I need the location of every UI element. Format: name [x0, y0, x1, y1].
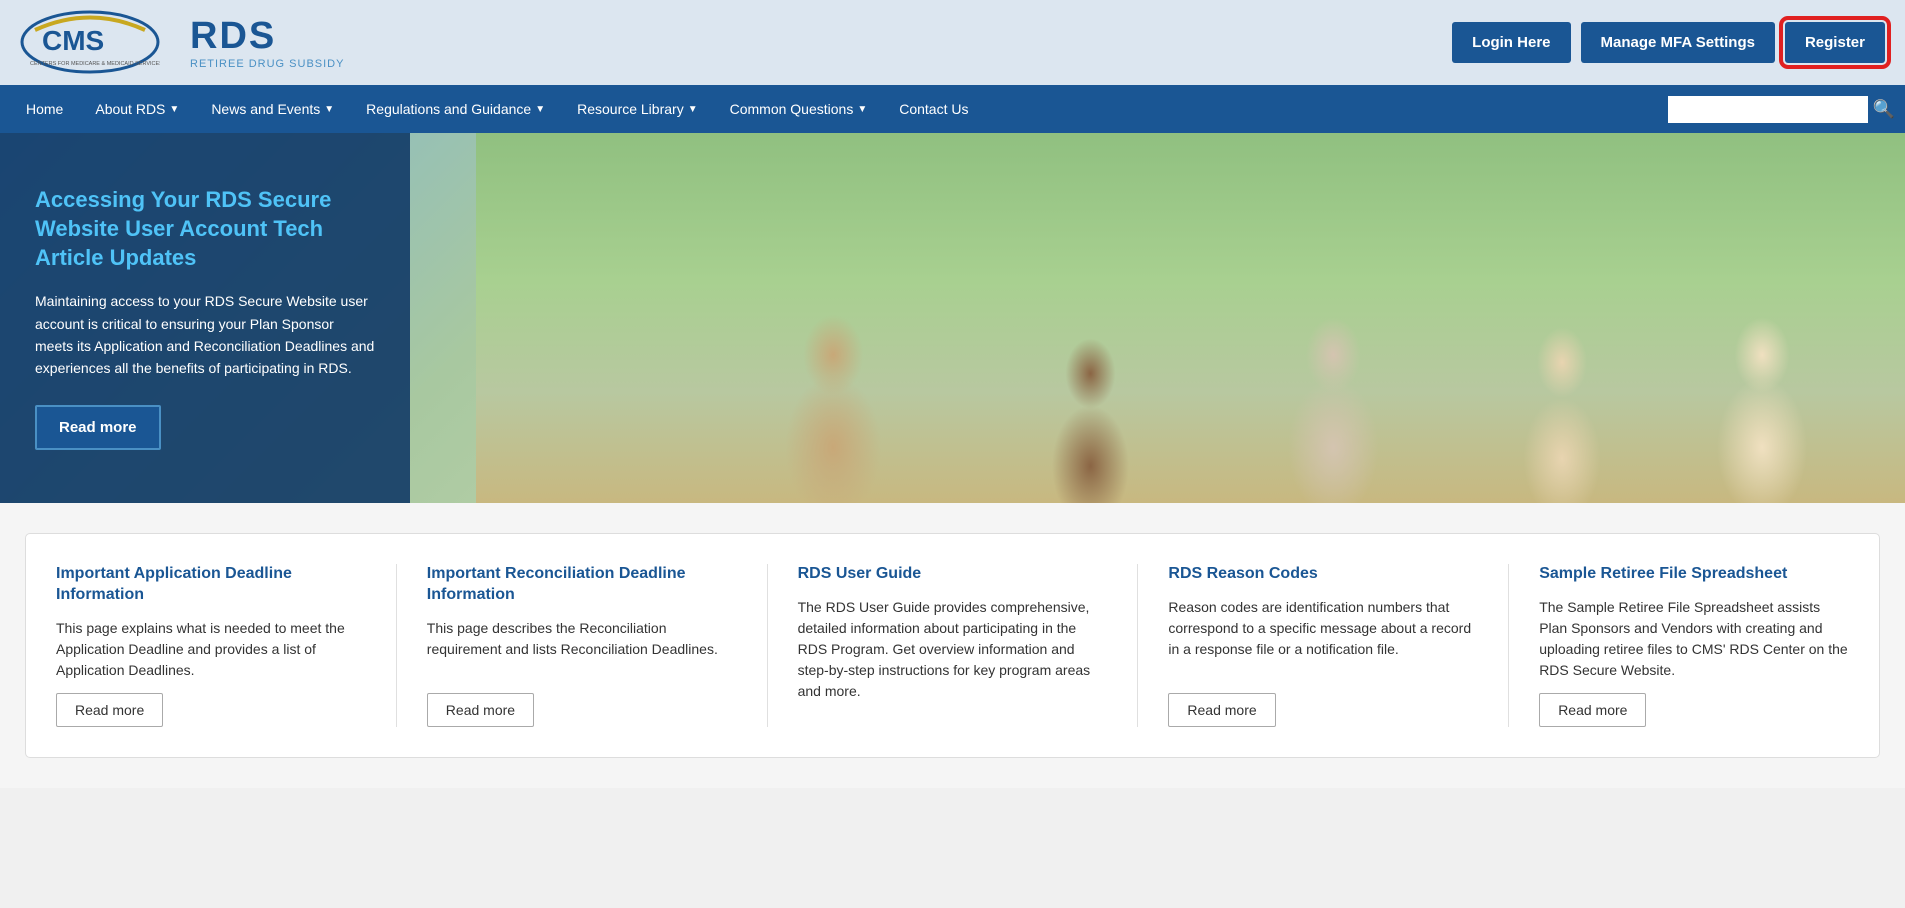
nav-item-faq[interactable]: Common Questions ▼ — [714, 87, 884, 131]
cms-logo: CMS CENTERS FOR MEDICARE & MEDICAID SERV… — [20, 10, 160, 75]
main-nav: Home About RDS ▼ News and Events ▼ Regul… — [0, 85, 1905, 133]
faq-dropdown-arrow: ▼ — [857, 104, 867, 115]
card-reconciliation-deadline: Important Reconciliation Deadline Inform… — [427, 564, 737, 727]
nav-item-home[interactable]: Home — [10, 87, 79, 131]
rds-subtitle: RETIREE DRUG SUBSIDY — [190, 58, 344, 70]
login-button[interactable]: Login Here — [1452, 22, 1570, 63]
logo-area: CMS CENTERS FOR MEDICARE & MEDICAID SERV… — [20, 10, 344, 75]
search-button[interactable]: 🔍 — [1873, 99, 1895, 120]
card-reconciliation-deadline-title: Important Reconciliation Deadline Inform… — [427, 564, 737, 606]
card-retiree-spreadsheet-title: Sample Retiree File Spreadsheet — [1539, 564, 1849, 585]
svg-text:CENTERS FOR MEDICARE & MEDICAI: CENTERS FOR MEDICARE & MEDICAID SERVICES — [30, 61, 160, 67]
card-reason-codes-desc: Reason codes are identification numbers … — [1168, 597, 1478, 681]
rds-logo-text: RDS — [190, 15, 344, 58]
cards-section: Important Application Deadline Informati… — [0, 503, 1905, 788]
nav-items: Home About RDS ▼ News and Events ▼ Regul… — [10, 87, 1668, 131]
nav-item-contact[interactable]: Contact Us — [883, 87, 984, 131]
card-reason-codes-read-more[interactable]: Read more — [1168, 693, 1275, 727]
nav-item-regulations[interactable]: Regulations and Guidance ▼ — [350, 87, 561, 131]
card-divider-3 — [1137, 564, 1138, 727]
nav-item-news[interactable]: News and Events ▼ — [195, 87, 350, 131]
card-application-deadline: Important Application Deadline Informati… — [56, 564, 366, 727]
card-application-deadline-title: Important Application Deadline Informati… — [56, 564, 366, 606]
search-input[interactable] — [1668, 96, 1868, 123]
card-divider-1 — [396, 564, 397, 727]
card-user-guide: RDS User Guide The RDS User Guide provid… — [798, 564, 1108, 727]
rds-logo: RDS RETIREE DRUG SUBSIDY — [190, 15, 344, 70]
svg-text:CMS: CMS — [42, 25, 104, 56]
search-area: 🔍 — [1668, 96, 1895, 123]
hero-section: Accessing Your RDS Secure Website User A… — [0, 133, 1905, 503]
card-retiree-spreadsheet: Sample Retiree File Spreadsheet The Samp… — [1539, 564, 1849, 727]
card-reconciliation-deadline-read-more[interactable]: Read more — [427, 693, 534, 727]
card-reason-codes: RDS Reason Codes Reason codes are identi… — [1168, 564, 1478, 727]
news-dropdown-arrow: ▼ — [324, 104, 334, 115]
card-application-deadline-desc: This page explains what is needed to mee… — [56, 618, 366, 681]
hero-overlay: Accessing Your RDS Secure Website User A… — [0, 133, 410, 503]
resource-dropdown-arrow: ▼ — [688, 104, 698, 115]
hero-description: Maintaining access to your RDS Secure We… — [35, 290, 375, 380]
hero-people-image — [476, 133, 1905, 503]
card-reconciliation-deadline-desc: This page describes the Reconciliation r… — [427, 618, 737, 681]
card-reason-codes-title: RDS Reason Codes — [1168, 564, 1478, 585]
register-button[interactable]: Register — [1785, 22, 1885, 63]
regulations-dropdown-arrow: ▼ — [535, 104, 545, 115]
manage-mfa-button[interactable]: Manage MFA Settings — [1581, 22, 1775, 63]
card-application-deadline-read-more[interactable]: Read more — [56, 693, 163, 727]
card-user-guide-desc: The RDS User Guide provides comprehensiv… — [798, 597, 1108, 727]
about-dropdown-arrow: ▼ — [169, 104, 179, 115]
nav-item-about[interactable]: About RDS ▼ — [79, 87, 195, 131]
header-buttons: Login Here Manage MFA Settings Register — [1452, 22, 1885, 63]
card-divider-2 — [767, 564, 768, 727]
cms-logo-svg: CMS CENTERS FOR MEDICARE & MEDICAID SERV… — [20, 10, 160, 75]
hero-title: Accessing Your RDS Secure Website User A… — [35, 186, 375, 272]
card-user-guide-title: RDS User Guide — [798, 564, 1108, 585]
cards-container: Important Application Deadline Informati… — [25, 533, 1880, 758]
hero-background — [476, 133, 1905, 503]
nav-item-resource[interactable]: Resource Library ▼ — [561, 87, 714, 131]
card-retiree-spreadsheet-desc: The Sample Retiree File Spreadsheet assi… — [1539, 597, 1849, 681]
top-header: CMS CENTERS FOR MEDICARE & MEDICAID SERV… — [0, 0, 1905, 85]
hero-read-more-button[interactable]: Read more — [35, 405, 161, 450]
card-retiree-spreadsheet-read-more[interactable]: Read more — [1539, 693, 1646, 727]
card-divider-4 — [1508, 564, 1509, 727]
